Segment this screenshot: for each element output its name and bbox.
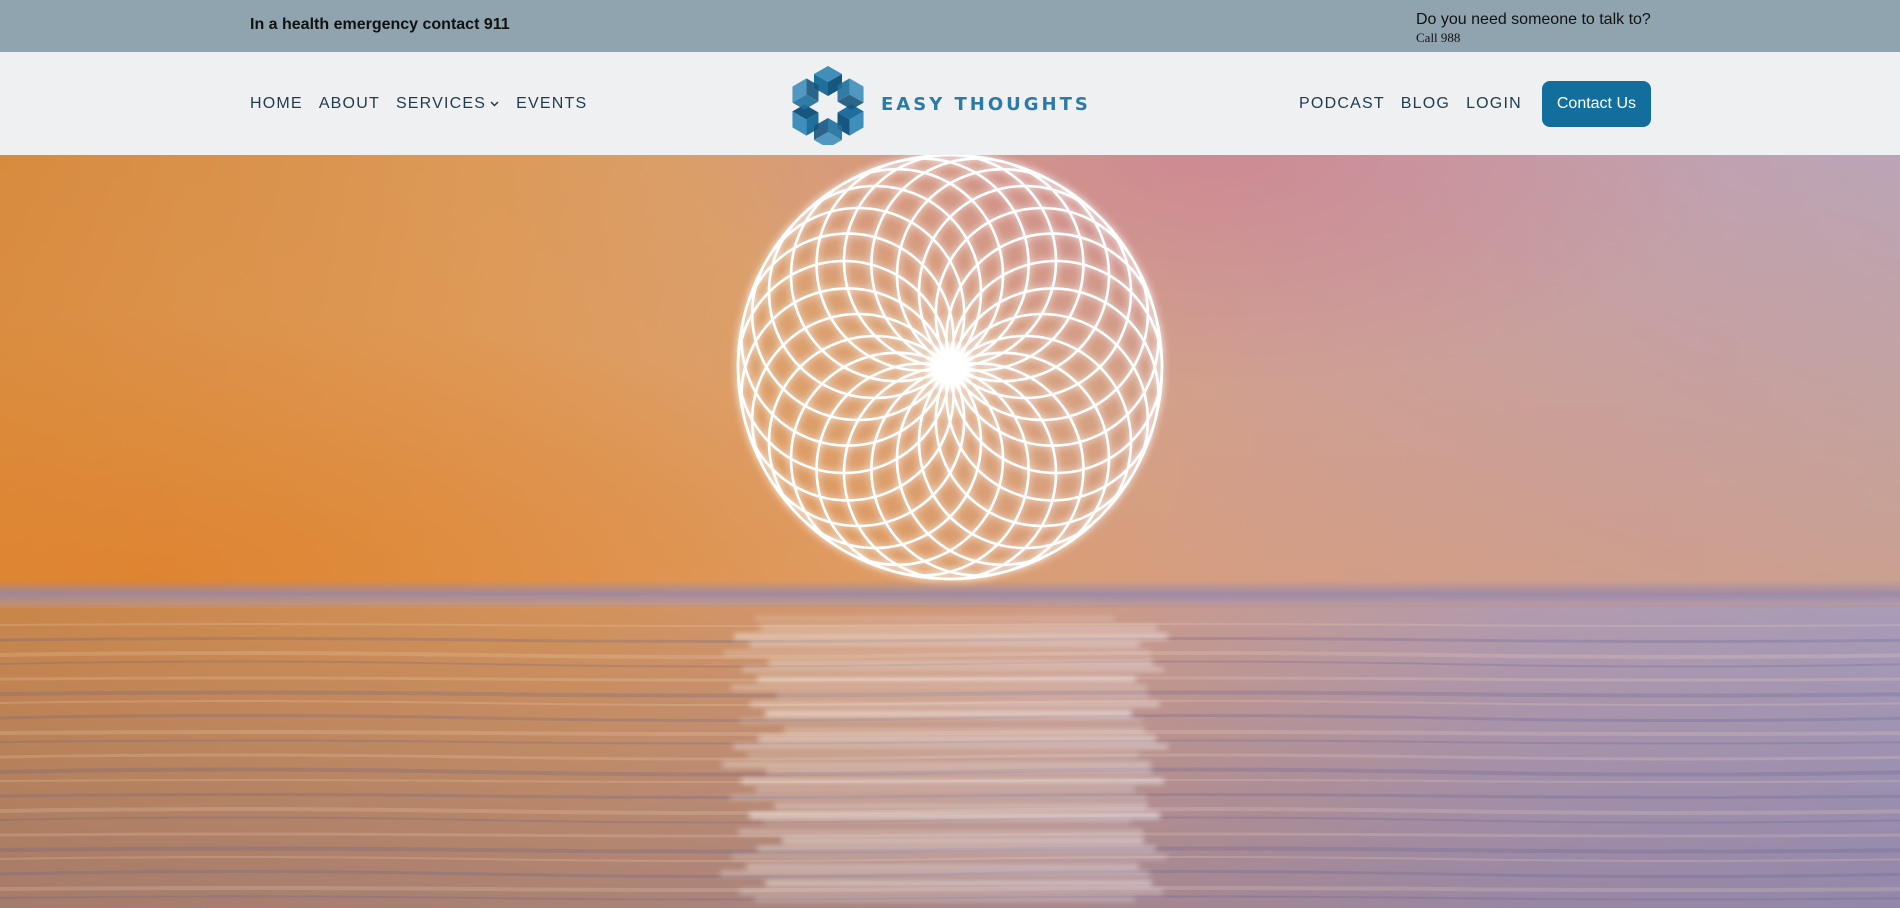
hero-banner (0, 155, 1900, 908)
flower-of-life-graphic (736, 155, 1164, 581)
emergency-bar: In a health emergency contact 911 Do you… (0, 0, 1900, 52)
nav-services-link[interactable]: SERVICES (396, 95, 500, 113)
nav-right-group: PODCAST BLOG LOGIN Contact Us (1283, 52, 1651, 155)
chevron-down-icon (490, 101, 499, 107)
call-number[interactable]: Call 988 (1416, 30, 1460, 46)
nav-home-link[interactable]: HOME (250, 95, 303, 113)
contact-us-button[interactable]: Contact Us (1541, 80, 1651, 127)
nav-left-group: HOME ABOUT SERVICES EVENTS (250, 52, 603, 155)
main-navigation: HOME ABOUT SERVICES EVENTS EASY THOUGHTS (0, 52, 1900, 155)
water-reflection (0, 617, 1900, 901)
nav-podcast-link[interactable]: PODCAST (1299, 95, 1385, 113)
nav-services-label: SERVICES (395, 94, 487, 112)
nav-events-link[interactable]: EVENTS (516, 95, 587, 113)
logo-wordmark: EASY THOUGHTS (881, 93, 1091, 115)
nav-login-link[interactable]: LOGIN (1466, 95, 1522, 113)
site-logo[interactable]: EASY THOUGHTS (787, 60, 1091, 148)
emergency-text: In a health emergency contact 911 (250, 16, 510, 33)
nav-blog-link[interactable]: BLOG (1401, 95, 1450, 113)
nav-about-link[interactable]: ABOUT (319, 95, 380, 113)
talk-prompt: Do you need someone to talk to? (1416, 11, 1651, 28)
logo-cube-icon (787, 66, 869, 145)
